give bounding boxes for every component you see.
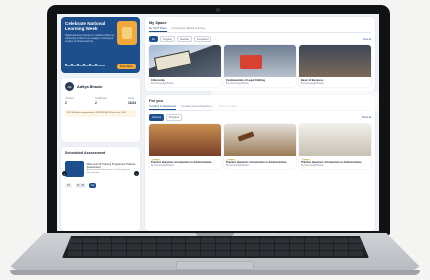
course-provider: By Karmayogi Bharat [226,82,249,86]
banner-title: Celebrate National Learning Week [65,21,106,32]
course-provider: By Karmayogi Bharat [151,82,174,86]
filter-completed[interactable]: Completed [193,36,212,43]
laptop-device: Celebrate National Learning Week Digital… [0,0,430,280]
course-provider: By Karmayogi Bharat [151,163,174,167]
scheduled-assessment-panel: Scheduled Assessment Mid Level Of Traini… [61,147,140,231]
recommended-card[interactable]: Course Practice Question: Introduction to… [299,123,371,169]
keyboard [62,236,369,258]
trackpad [176,261,254,270]
course-image [149,123,221,156]
learning-dashboard: Celebrate National Learning Week Digital… [57,14,379,231]
left-column: Celebrate National Learning Week Digital… [57,14,143,231]
stat-certificates: Certificates 2 [94,97,107,105]
profile-card: AB Aditya Bhasin Courses 2 Certificates 2 … [61,78,140,142]
avatar[interactable]: AB [65,82,74,91]
right-column: My Space My iGOT Plans Competency Based … [143,14,379,231]
assessment-thumbnail [65,161,84,177]
stat-courses: Courses 2 [65,97,74,105]
banner-cta-button[interactable]: Know More [116,64,136,69]
filter-overdue[interactable]: Overdue [176,36,192,43]
course-card[interactable]: Basic of Business By Karmayogi Bharat [299,45,371,88]
profile-notice: NCCE Module requirements CERTIFICATION d… [65,110,136,117]
recommended-card[interactable]: Course Practice Question: Introduction to… [224,123,296,169]
course-image [224,45,296,78]
profile-stats: Courses 2 Certificates 2 Score 18.64 [65,97,136,105]
course-provider: By Karmayogi Bharat [226,163,249,167]
my-space-cards: Citizenship By Karmayogi Bharat Fundament… [149,45,371,88]
trophy-illustration-icon [117,21,137,45]
screen-glare [211,91,379,111]
schedule-title: Scheduled Assessment [65,151,106,155]
my-space-tabs: My iGOT Plans Competency Based Learning [149,27,371,33]
tab-my-igot-plans[interactable]: My iGOT Plans [149,27,167,32]
for-you-cards: Course Practice Question: Introduction to… [149,123,371,169]
recommended-card[interactable]: Course Practice Question: Introduction to… [149,123,221,169]
filter-courses[interactable]: Courses [149,114,164,121]
carousel-next-icon[interactable]: › [134,171,139,176]
filter-all[interactable]: All [149,36,158,43]
hinge-notch [196,233,234,236]
promo-banner[interactable]: Celebrate National Learning Week Digital… [61,17,140,73]
tab-competency-learning[interactable]: Competency Based Learning [172,27,205,32]
course-image [299,45,371,78]
filter-programs[interactable]: Programs [165,114,183,121]
stat-score: Score 18.64 [128,97,136,105]
course-image [149,45,221,78]
assessment-footer: 15 10 : 40 Go [65,183,136,188]
assessment-subtitle: Assessment Fundamentals Of Teaching and … [86,169,130,175]
assessment-go-button[interactable]: Go [88,183,97,188]
assessment-time: 10 : 40 [74,183,86,188]
laptop-foot [10,270,420,275]
webcam-icon [216,8,220,12]
for-you-panel: For you Trending in Department Trending … [145,95,375,231]
tab-trending-across[interactable]: Trending across Department [181,105,214,110]
profile-name: Aditya Bhasin [77,84,103,89]
for-you-show-all-link[interactable]: Show all [362,116,371,119]
banner-body: Digital learning continues to redefine e… [65,33,115,43]
laptop-screen: Celebrate National Learning Week Digital… [57,14,379,231]
assessment-date: 15 [65,183,72,188]
course-image [224,123,296,156]
course-card[interactable]: Citizenship By Karmayogi Bharat [149,45,221,88]
assessment-item[interactable]: Mid Level Of Training Programme Practice… [65,161,136,177]
my-space-panel: My Space My iGOT Plans Competency Based … [145,17,375,92]
course-card[interactable]: Fundamentals of Legal Drafting By Karmayo… [224,45,296,88]
course-provider: By Karmayogi Bharat [301,163,324,167]
filter-ongoing[interactable]: Ongoing [159,36,175,43]
my-space-view-all-link[interactable]: View all [363,38,371,41]
my-space-filters: All Ongoing Overdue Completed View all [149,36,371,43]
carousel-prev-icon[interactable]: ‹ [62,171,67,176]
carousel-indicator[interactable] [65,64,105,66]
course-provider: By Karmayogi Bharat [301,82,324,86]
tab-trending-department[interactable]: Trending in Department [149,105,177,111]
course-image [299,123,371,156]
for-you-filters: Courses Programs Show all [149,114,371,121]
my-space-title: My Space [149,21,167,25]
